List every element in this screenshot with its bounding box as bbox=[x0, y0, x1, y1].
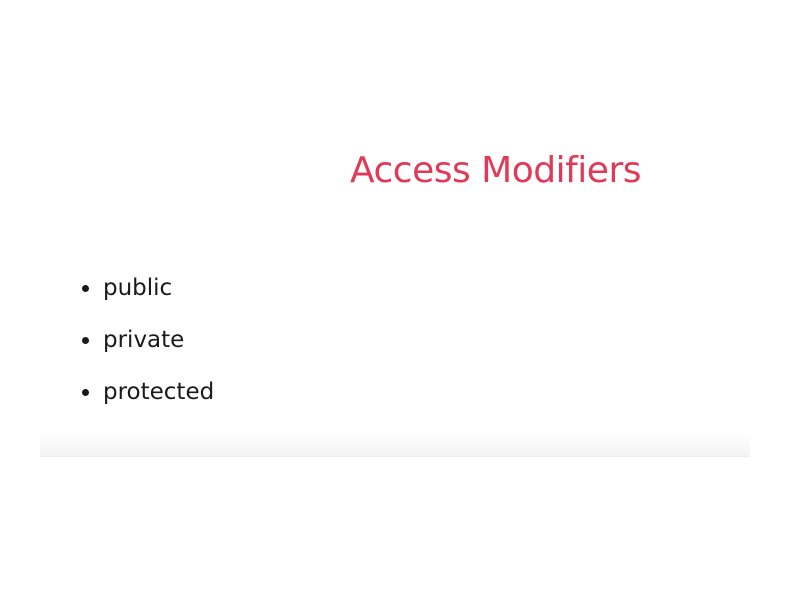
bullet-item-private: private bbox=[82, 314, 214, 366]
bullet-text: protected bbox=[103, 379, 215, 405]
bullet-text: private bbox=[103, 327, 185, 353]
bullet-item-protected: protected bbox=[82, 366, 214, 418]
bullet-item-public: public bbox=[82, 262, 214, 314]
slide: Access Modifiers public private protecte… bbox=[0, 0, 800, 600]
bullet-icon bbox=[82, 336, 89, 344]
footer-divider bbox=[40, 432, 750, 457]
bullet-icon bbox=[82, 284, 89, 292]
bullet-text: public bbox=[103, 275, 173, 301]
bullet-list: public private protected bbox=[82, 262, 214, 418]
bullet-icon bbox=[82, 388, 89, 396]
slide-title: Access Modifiers bbox=[350, 150, 642, 191]
